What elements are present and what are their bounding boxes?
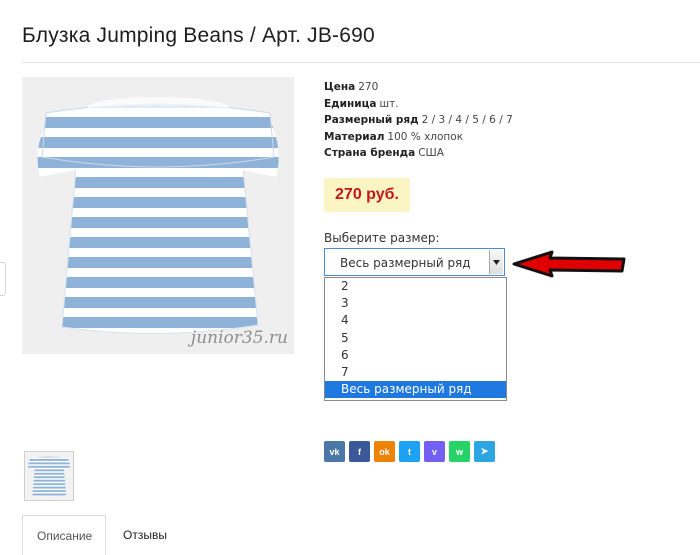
product-image[interactable]: junior35.ru [22, 77, 294, 354]
spec-label: Размерный ряд [324, 114, 419, 127]
dropdown-button[interactable] [489, 250, 503, 274]
spec-label: Материал [324, 130, 385, 143]
spec-value: шт. [379, 97, 399, 110]
tab-reviews[interactable]: Отзывы [123, 528, 167, 542]
size-option[interactable]: 4 [325, 312, 506, 329]
whatsapp-icon[interactable]: w [449, 441, 470, 462]
telegram-icon[interactable]: ➤ [474, 441, 495, 462]
size-select-label: Выберите размер: [324, 231, 440, 245]
odnoklassniki-icon[interactable]: ok [374, 441, 395, 462]
price-box: 270 руб. [324, 178, 410, 212]
blouse-illustration [37, 97, 279, 335]
size-option-selected[interactable]: Весь размерный ряд [325, 381, 506, 399]
price: 270 руб. [335, 186, 399, 203]
tab-description[interactable]: Описание [22, 515, 106, 555]
product-title: Блузка Jumping Beans / Арт. JB-690 [22, 24, 375, 47]
tab-label: Описание [37, 529, 93, 543]
side-edge-tab[interactable] [0, 262, 6, 296]
caret-down-icon [493, 259, 500, 265]
thumbnail-blouse-illustration [28, 456, 70, 497]
facebook-icon[interactable]: f [349, 441, 370, 462]
spec-unit: Единица шт. [324, 96, 513, 113]
watermark: junior35.ru [190, 328, 288, 348]
product-thumbnail[interactable] [24, 451, 74, 501]
spec-price: Цена 270 [324, 79, 513, 96]
size-option[interactable]: 2 [325, 278, 506, 295]
size-option[interactable]: 5 [325, 330, 506, 347]
spec-value: 2 / 3 / 4 / 5 / 6 / 7 [421, 114, 513, 127]
size-select-value: Весь размерный ряд [340, 256, 471, 270]
product-specs: Цена 270 Единица шт. Размерный ряд 2 / 3 / … [324, 79, 513, 162]
spec-value: США [418, 147, 444, 160]
viber-icon[interactable]: v [424, 441, 445, 462]
spec-value: 100 % хлопок [387, 130, 464, 143]
title-divider [22, 62, 700, 63]
social-share-bar: vk f ok t v w ➤ [324, 441, 495, 462]
twitter-icon[interactable]: t [399, 441, 420, 462]
spec-value: 270 [358, 81, 379, 93]
size-option[interactable]: 3 [325, 295, 506, 312]
spec-label: Единица [324, 97, 377, 110]
spec-sizes: Размерный ряд 2 / 3 / 4 / 5 / 6 / 7 [324, 112, 513, 129]
spec-label: Цена [324, 81, 356, 93]
red-arrow-icon [512, 250, 626, 278]
spec-label: Страна бренда [324, 147, 416, 160]
size-option[interactable]: 6 [325, 347, 506, 364]
vk-icon[interactable]: vk [324, 441, 345, 462]
size-dropdown-list: 2 3 4 5 6 7 Весь размерный ряд [324, 277, 507, 401]
spec-country: Страна бренда США [324, 145, 513, 162]
size-select[interactable]: Весь размерный ряд [324, 248, 505, 276]
spec-material: Материал 100 % хлопок [324, 129, 513, 146]
size-option[interactable]: 7 [325, 364, 506, 381]
